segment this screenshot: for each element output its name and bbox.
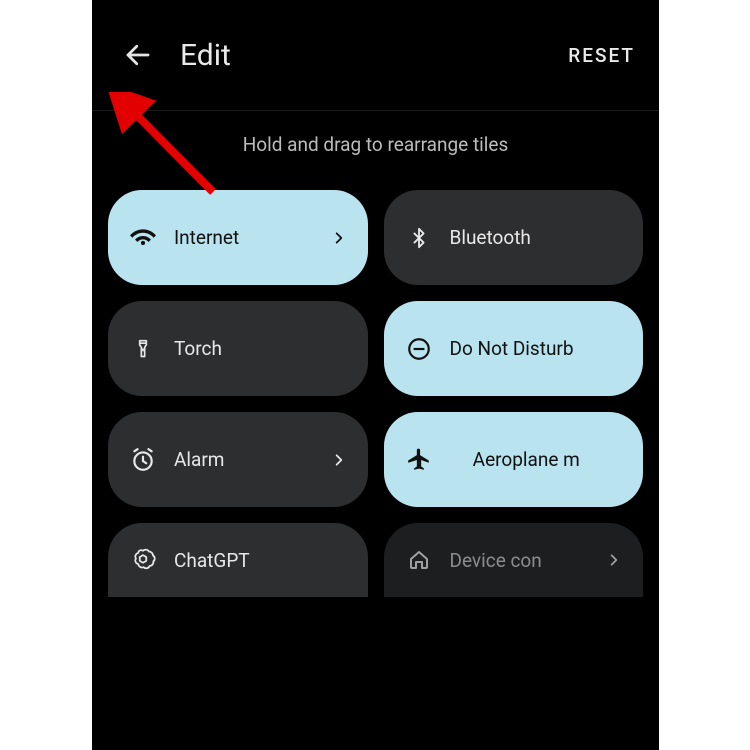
quick-settings-edit-screen: Edit RESET Hold and drag to rearrange ti… — [92, 0, 659, 750]
chatgpt-icon — [130, 547, 156, 573]
tile-label: Device con — [450, 549, 608, 572]
wifi-icon — [130, 225, 156, 251]
tile-alarm[interactable]: Alarm — [108, 412, 368, 507]
chevron-right-icon — [332, 453, 346, 467]
tile-label: ChatGPT — [174, 549, 346, 572]
tile-label: Do Not Disturb — [450, 337, 622, 360]
bluetooth-icon — [406, 225, 432, 251]
tile-label: Internet — [174, 226, 332, 249]
flashlight-icon — [130, 336, 156, 362]
tile-torch[interactable]: Torch — [108, 301, 368, 396]
tile-aeroplane-mode[interactable]: Aeroplane m — [384, 412, 644, 507]
tile-label: Aeroplane m — [432, 448, 622, 471]
rearrange-hint: Hold and drag to rearrange tiles — [92, 133, 659, 156]
home-icon — [406, 547, 432, 573]
arrow-left-icon — [123, 40, 153, 70]
do-not-disturb-icon — [406, 336, 432, 362]
alarm-icon — [130, 447, 156, 473]
airplane-icon — [406, 447, 432, 473]
back-button[interactable] — [118, 35, 158, 75]
tile-bluetooth[interactable]: Bluetooth — [384, 190, 644, 285]
chevron-right-icon — [607, 553, 621, 567]
tile-chatgpt[interactable]: ChatGPT — [108, 523, 368, 597]
tile-label: Bluetooth — [450, 226, 622, 249]
tile-internet[interactable]: Internet — [108, 190, 368, 285]
tile-label: Torch — [174, 337, 346, 360]
tile-do-not-disturb[interactable]: Do Not Disturb — [384, 301, 644, 396]
reset-button[interactable]: RESET — [568, 44, 641, 67]
chevron-right-icon — [332, 231, 346, 245]
tile-device-controls[interactable]: Device con — [384, 523, 644, 597]
tile-label: Alarm — [174, 448, 332, 471]
header-bar: Edit RESET — [92, 0, 659, 111]
tiles-grid: Internet Bluetooth Torch Do Not Disturb — [92, 190, 659, 597]
page-title: Edit — [180, 38, 568, 73]
